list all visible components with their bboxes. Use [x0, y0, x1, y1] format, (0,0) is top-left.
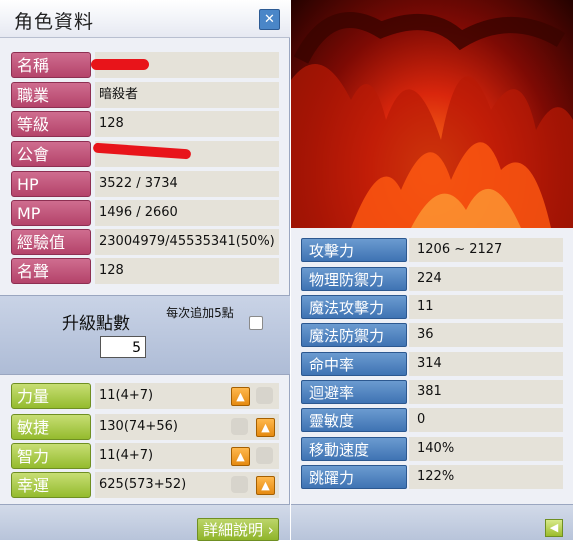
- combat-row-jump: 跳躍力 122%: [301, 465, 563, 489]
- combat-row-magic-def: 魔法防禦力 36: [301, 323, 563, 347]
- combat-row-phys-def: 物理防禦力 224: [301, 267, 563, 291]
- detail-button-label: 詳細說明: [203, 521, 264, 539]
- magic-def-value: 36: [409, 323, 563, 347]
- luk-slot-icon: [231, 476, 248, 493]
- info-row-name: 名稱: [11, 52, 279, 78]
- int-label: 智力: [11, 443, 91, 469]
- hands-value: 0: [409, 408, 563, 432]
- jump-value: 122%: [409, 465, 563, 489]
- info-row-guild: 公會: [11, 141, 279, 167]
- character-artwork: [291, 0, 573, 228]
- luk-up-arrow-icon[interactable]: ▲: [256, 476, 275, 495]
- flame-artwork: [291, 12, 573, 228]
- hp-label: HP: [11, 171, 91, 197]
- detail-button[interactable]: 詳細說明 ›: [197, 518, 279, 541]
- str-up-arrow-icon[interactable]: ▲: [231, 387, 250, 406]
- info-row-fame: 名聲 128: [11, 258, 279, 284]
- right-bottom-bar: ◀: [291, 504, 573, 540]
- combat-row-avoid: 迴避率 381: [301, 380, 563, 404]
- attack-label: 攻擊力: [301, 238, 407, 262]
- mp-value: 1496 / 2660: [95, 200, 279, 226]
- hp-value: 3522 / 3734: [95, 171, 279, 197]
- combat-row-speed: 移動速度 140%: [301, 437, 563, 461]
- luk-value: 625(573+52): [95, 472, 279, 498]
- stat-row-dex: 敏捷 130(74+56) ▲: [11, 414, 279, 440]
- fame-label: 名聲: [11, 258, 91, 284]
- int-up-arrow-icon[interactable]: ▲: [231, 447, 250, 466]
- str-slot-icon: [256, 387, 273, 404]
- name-label: 名稱: [11, 52, 91, 78]
- magic-atk-label: 魔法攻擊力: [301, 295, 407, 319]
- speed-value: 140%: [409, 437, 563, 461]
- speed-label: 移動速度: [301, 437, 407, 461]
- info-row-level: 等級 128: [11, 111, 279, 137]
- stat-row-luk: 幸運 625(573+52) ▲: [11, 472, 279, 498]
- hands-label: 靈敏度: [301, 408, 407, 432]
- int-slot-icon: [256, 447, 273, 464]
- ability-points-value: 5: [100, 336, 146, 358]
- str-value: 11(4+7): [95, 383, 279, 409]
- redaction-mark: [91, 59, 149, 70]
- accuracy-label: 命中率: [301, 352, 407, 376]
- dex-slot-icon: [231, 418, 248, 435]
- int-value: 11(4+7): [95, 443, 279, 469]
- guild-label: 公會: [11, 141, 91, 167]
- dex-up-arrow-icon[interactable]: ▲: [256, 418, 275, 437]
- luk-label: 幸運: [11, 472, 91, 498]
- accuracy-value: 314: [409, 352, 563, 376]
- job-label: 職業: [11, 82, 91, 108]
- auto-assign-checkbox[interactable]: [249, 316, 263, 330]
- phys-def-value: 224: [409, 267, 563, 291]
- dex-label: 敏捷: [11, 414, 91, 440]
- title-bar[interactable]: 角色資料 ✕: [0, 0, 290, 38]
- stat-row-str: 力量 11(4+7) ▲: [11, 383, 279, 409]
- left-bottom-bar: 詳細說明 ›: [0, 504, 290, 541]
- combat-row-attack: 攻擊力 1206 ~ 2127: [301, 238, 563, 262]
- close-icon[interactable]: ✕: [259, 9, 280, 30]
- avoid-label: 迴避率: [301, 380, 407, 404]
- level-label: 等級: [11, 111, 91, 137]
- jump-label: 跳躍力: [301, 465, 407, 489]
- combat-row-accuracy: 命中率 314: [301, 352, 563, 376]
- info-row-exp: 經驗值 23004979/45535341(50%): [11, 229, 279, 255]
- info-row-hp: HP 3522 / 3734: [11, 171, 279, 197]
- ability-points-section: 升級點數 5 每次追加5點: [0, 295, 290, 375]
- exp-value: 23004979/45535341(50%): [95, 229, 279, 255]
- job-value: 暗殺者: [95, 82, 279, 108]
- auto-assign-label: 每次追加5點: [166, 306, 234, 320]
- combat-row-magic-atk: 魔法攻擊力 11: [301, 295, 563, 319]
- mp-label: MP: [11, 200, 91, 226]
- exp-label: 經驗值: [11, 229, 91, 255]
- magic-def-label: 魔法防禦力: [301, 323, 407, 347]
- window-title: 角色資料: [14, 11, 95, 33]
- stat-row-int: 智力 11(4+7) ▲: [11, 443, 279, 469]
- combat-stats-panel: 攻擊力 1206 ~ 2127 物理防禦力 224 魔法攻擊力 11 魔法防禦力…: [291, 0, 573, 540]
- fame-value: 128: [95, 258, 279, 284]
- info-row-mp: MP 1496 / 2660: [11, 200, 279, 226]
- character-info-panel: 角色資料 ✕ 名稱 職業 暗殺者 等級 128 公會 HP 3522 / 373…: [0, 0, 290, 541]
- dex-value: 130(74+56): [95, 414, 279, 440]
- level-value: 128: [95, 111, 279, 137]
- avoid-value: 381: [409, 380, 563, 404]
- combat-row-hands: 靈敏度 0: [301, 408, 563, 432]
- magic-atk-value: 11: [409, 295, 563, 319]
- back-arrow-icon[interactable]: ◀: [545, 519, 563, 537]
- ability-points-label: 升級點數: [62, 314, 130, 334]
- str-label: 力量: [11, 383, 91, 409]
- info-row-job: 職業 暗殺者: [11, 82, 279, 108]
- attack-value: 1206 ~ 2127: [409, 238, 563, 262]
- phys-def-label: 物理防禦力: [301, 267, 407, 291]
